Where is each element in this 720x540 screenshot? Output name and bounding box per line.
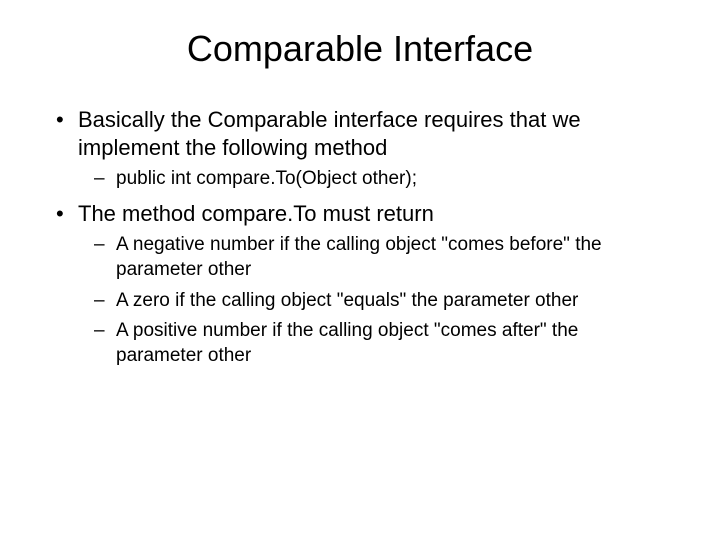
list-item: Basically the Comparable interface requi… (50, 106, 670, 192)
sub-list: public int compare.To(Object other); (78, 167, 670, 192)
bullet-text: The method compare.To must return (78, 201, 434, 226)
list-item: A zero if the calling object "equals" th… (78, 289, 670, 314)
list-item: The method compare.To must return A nega… (50, 200, 670, 369)
sub-bullet-text: A negative number if the calling object … (116, 234, 602, 280)
sub-bullet-text: A positive number if the calling object … (116, 320, 578, 366)
sub-bullet-text: public int compare.To(Object other); (116, 168, 417, 189)
bullet-text: Basically the Comparable interface requi… (78, 107, 581, 160)
slide: Comparable Interface Basically the Compa… (0, 0, 720, 540)
sub-list: A negative number if the calling object … (78, 233, 670, 368)
list-item: A positive number if the calling object … (78, 319, 670, 368)
list-item: public int compare.To(Object other); (78, 167, 670, 192)
slide-title: Comparable Interface (50, 28, 670, 70)
list-item: A negative number if the calling object … (78, 233, 670, 282)
sub-bullet-text: A zero if the calling object "equals" th… (116, 290, 578, 311)
bullet-list: Basically the Comparable interface requi… (50, 106, 670, 369)
